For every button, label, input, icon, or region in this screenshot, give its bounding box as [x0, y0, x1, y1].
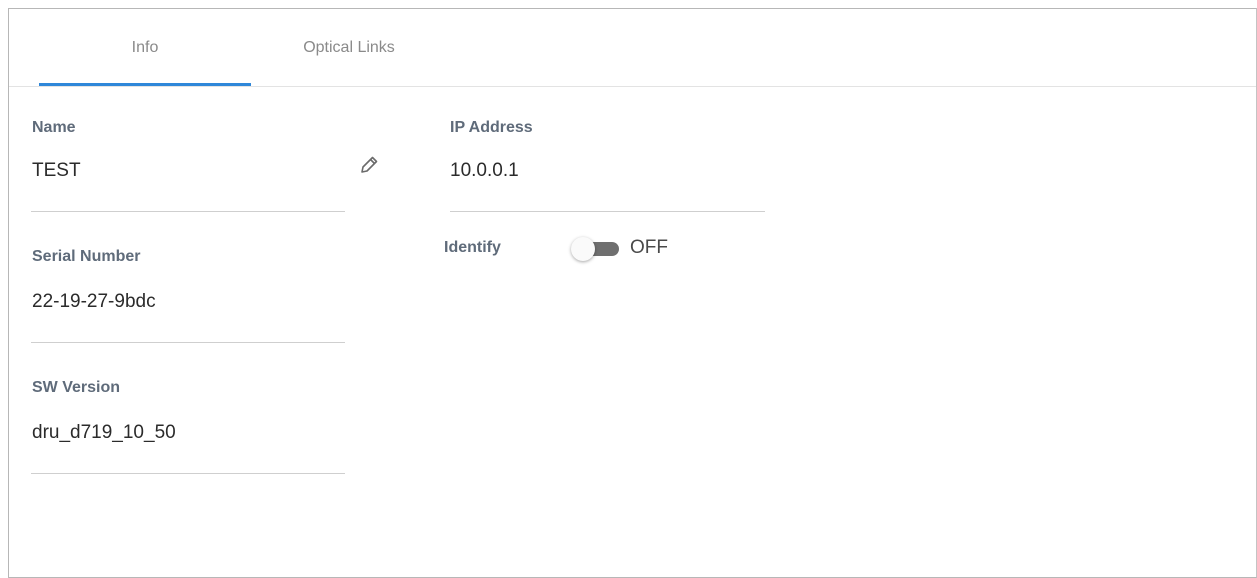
serial-number-value: 22-19-27-9bdc: [32, 291, 156, 312]
sw-version-value: dru_d719_10_50: [32, 422, 176, 443]
identify-toggle[interactable]: [567, 236, 623, 262]
serial-number-underline: [31, 342, 345, 343]
device-info-panel: Info Optical Links Name TEST Serial Numb…: [8, 8, 1257, 578]
pencil-icon[interactable]: [358, 154, 380, 176]
tab-info[interactable]: Info: [39, 9, 251, 87]
sw-version-label: SW Version: [32, 379, 121, 396]
serial-number-label: Serial Number: [32, 248, 141, 265]
ip-address-value: 10.0.0.1: [450, 160, 519, 181]
identify-state: OFF: [630, 237, 668, 258]
tab-optical-links[interactable]: Optical Links: [259, 9, 439, 87]
ip-address-underline: [450, 211, 765, 212]
name-underline: [31, 211, 345, 212]
identify-label: Identify: [444, 239, 501, 256]
ip-address-label: IP Address: [450, 119, 533, 136]
name-label: Name: [32, 119, 76, 136]
sw-version-underline: [31, 473, 345, 474]
name-value: TEST: [32, 160, 81, 181]
active-tab-indicator: [39, 83, 251, 86]
tab-bar: Info Optical Links: [9, 9, 1256, 87]
toggle-knob: [571, 237, 595, 261]
